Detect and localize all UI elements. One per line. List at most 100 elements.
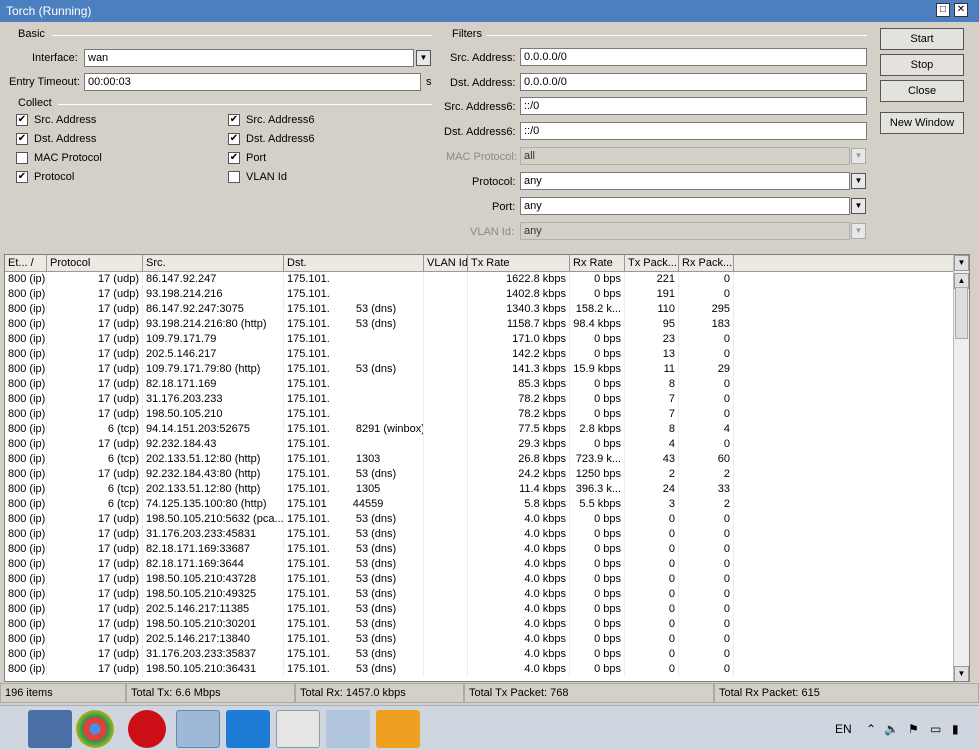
table-cell: 4.0 kbps xyxy=(468,557,570,572)
checkbox-protocol[interactable]: ✔ Protocol xyxy=(16,171,74,183)
vnc-icon[interactable] xyxy=(276,710,320,748)
start-button[interactable]: Start xyxy=(880,28,964,50)
chevron-down-icon[interactable]: ▼ xyxy=(851,198,866,214)
table-row[interactable]: 800 (ip) 17 (udp) 86.147.92.247 175.101. 162… xyxy=(5,272,955,287)
network-icon[interactable] xyxy=(28,710,72,748)
table-cell: 1340.3 kbps xyxy=(468,302,570,317)
divider xyxy=(52,35,432,36)
table-row[interactable]: 800 (ip) 17 (udp) 198.50.105.210 175.101. 78… xyxy=(5,407,955,422)
interface-field[interactable]: wan xyxy=(84,49,414,67)
vertical-scrollbar[interactable]: ▼ ▲ ▼ xyxy=(953,255,969,681)
table-cell: 1158.7 kbps xyxy=(468,317,570,332)
scrollbar-thumb[interactable] xyxy=(955,287,968,339)
taskbar: EN ⌃ 🔈 ⚑ ▭ ▮ xyxy=(0,705,979,750)
table-row[interactable]: 800 (ip) 17 (udp) 198.50.105.210:36431 175.… xyxy=(5,662,955,677)
src-address6-field[interactable]: ::/0 xyxy=(520,97,867,115)
table-cell: 198.50.105.210 xyxy=(143,407,284,422)
table-row[interactable]: 800 (ip) 17 (udp) 86.147.92.247:3075 175.10… xyxy=(5,302,955,317)
table-row[interactable]: 800 (ip) 17 (udp) 31.176.203.233:45831 175.… xyxy=(5,527,955,542)
table-row[interactable]: 800 (ip) 17 (udp) 202.5.146.217:13840 175.1… xyxy=(5,632,955,647)
maximize-icon[interactable]: □ xyxy=(936,3,950,17)
table-row[interactable]: 800 (ip) 17 (udp) 198.50.105.210:30201 175.… xyxy=(5,617,955,632)
checkbox-mac-protocol[interactable]: MAC Protocol xyxy=(16,152,102,164)
table-row[interactable]: 800 (ip) 17 (udp) 202.5.146.217:11385 175.1… xyxy=(5,602,955,617)
teamviewer-icon[interactable] xyxy=(226,710,270,748)
column-header[interactable]: VLAN Id xyxy=(424,255,468,272)
chevron-down-icon[interactable]: ▼ xyxy=(954,666,969,681)
table-row[interactable]: 800 (ip) 6 (tcp) 94.14.151.203:52675 175.10… xyxy=(5,422,955,437)
table-cell: 0 xyxy=(679,587,734,602)
table-cell: 0 xyxy=(679,557,734,572)
table-row[interactable]: 800 (ip) 17 (udp) 92.232.184.43 175.101. 29.… xyxy=(5,437,955,452)
table-row[interactable]: 800 (ip) 17 (udp) 198.50.105.210:43728 175.… xyxy=(5,572,955,587)
table-row[interactable]: 800 (ip) 6 (tcp) 202.133.51.12:80 (http) 17… xyxy=(5,452,955,467)
close-button[interactable]: Close xyxy=(880,80,964,102)
dst-address-field[interactable]: 0.0.0.0/0 xyxy=(520,73,867,91)
checkbox-port[interactable]: ✔ Port xyxy=(228,152,266,164)
table-cell: 98.4 kbps xyxy=(570,317,625,332)
table-row[interactable]: 800 (ip) 17 (udp) 82.18.171.169:33687 175.1… xyxy=(5,542,955,557)
checkbox-src-address[interactable]: ✔ Src. Address xyxy=(16,114,96,126)
column-header[interactable]: Rx Rate xyxy=(570,255,625,272)
dst-address6-field[interactable]: ::/0 xyxy=(520,122,867,140)
stop-button[interactable]: Stop xyxy=(880,54,964,76)
table-row[interactable]: 800 (ip) 17 (udp) 93.198.214.216 175.101. 14… xyxy=(5,287,955,302)
column-header[interactable]: Et... / xyxy=(5,255,47,272)
opera-icon[interactable] xyxy=(128,710,166,748)
table-row[interactable]: 800 (ip) 17 (udp) 202.5.146.217 175.101. 142… xyxy=(5,347,955,362)
table-cell: 0 xyxy=(625,572,679,587)
dst-prefix: 175.101. xyxy=(287,303,330,315)
checkbox-dst-address6[interactable]: ✔ Dst. Address6 xyxy=(228,133,314,145)
table-cell xyxy=(424,557,468,572)
window-titlebar[interactable]: Torch (Running) □ ✕ xyxy=(0,0,979,22)
table-row[interactable]: 800 (ip) 17 (udp) 31.176.203.233 175.101. 78… xyxy=(5,392,955,407)
table-row[interactable]: 800 (ip) 17 (udp) 92.232.184.43:80 (http) 1… xyxy=(5,467,955,482)
table-row[interactable]: 800 (ip) 17 (udp) 198.50.105.210:49325 175.… xyxy=(5,587,955,602)
entry-timeout-field[interactable]: 00:00:03 xyxy=(84,73,421,91)
table-row[interactable]: 800 (ip) 17 (udp) 93.198.214.216:80 (http)… xyxy=(5,317,955,332)
chevron-down-icon[interactable]: ▼ xyxy=(954,255,969,271)
power-icon[interactable]: ▭ xyxy=(930,722,941,736)
table-row[interactable]: 800 (ip) 17 (udp) 109.79.171.79:80 (http) 1… xyxy=(5,362,955,377)
table-row[interactable]: 800 (ip) 17 (udp) 82.18.171.169 175.101. 85.… xyxy=(5,377,955,392)
table-cell: 17 (udp) xyxy=(47,662,143,677)
table-row[interactable]: 800 (ip) 17 (udp) 31.176.203.233:35837 175.… xyxy=(5,647,955,662)
port-field[interactable]: any xyxy=(520,197,850,215)
table-cell: 800 (ip) xyxy=(5,302,47,317)
winbox-icon[interactable] xyxy=(176,710,220,748)
column-header[interactable]: Tx Rate xyxy=(468,255,570,272)
chevron-down-icon[interactable]: ▼ xyxy=(851,173,866,189)
column-header[interactable]: Tx Pack... xyxy=(625,255,679,272)
table-cell: 0 bps xyxy=(570,632,625,647)
protocol-field[interactable]: any xyxy=(520,172,850,190)
checkbox-dst-address[interactable]: ✔ Dst. Address xyxy=(16,133,96,145)
chevron-down-icon[interactable]: ▼ xyxy=(416,50,431,66)
language-indicator[interactable]: EN xyxy=(835,722,852,736)
column-header[interactable]: Rx Pack... xyxy=(679,255,734,272)
chevron-up-icon[interactable]: ⌃ xyxy=(866,722,876,736)
table-row[interactable]: 800 (ip) 17 (udp) 109.79.171.79 175.101. 171… xyxy=(5,332,955,347)
column-header[interactable]: Protocol xyxy=(47,255,143,272)
column-header[interactable]: Dst. xyxy=(284,255,424,272)
signal-icon[interactable]: ▮ xyxy=(952,722,959,736)
checkbox-src-address6[interactable]: ✔ Src. Address6 xyxy=(228,114,314,126)
calculator-icon[interactable] xyxy=(326,710,370,748)
table-row[interactable]: 800 (ip) 17 (udp) 82.18.171.169:3644 175.10… xyxy=(5,557,955,572)
table-row[interactable]: 800 (ip) 17 (udp) 198.50.105.210:5632 (pca… xyxy=(5,512,955,527)
table-row[interactable]: 800 (ip) 6 (tcp) 74.125.135.100:80 (http) 1… xyxy=(5,497,955,512)
outlook-icon[interactable] xyxy=(376,710,420,748)
speaker-icon[interactable]: 🔈 xyxy=(884,722,899,736)
status-total-rx: Total Rx: 1457.0 kbps xyxy=(295,683,464,703)
dst-prefix: 175.101. xyxy=(287,408,330,420)
close-icon[interactable]: ✕ xyxy=(954,3,968,17)
table-row[interactable]: 800 (ip) 6 (tcp) 202.133.51.12:80 (http) 17… xyxy=(5,482,955,497)
src-address-field[interactable]: 0.0.0.0/0 xyxy=(520,48,867,66)
table-cell: 33 xyxy=(679,482,734,497)
column-header[interactable]: Src. xyxy=(143,255,284,272)
chrome-icon[interactable] xyxy=(76,710,114,748)
flag-icon[interactable]: ⚑ xyxy=(908,722,919,736)
new-window-button[interactable]: New Window xyxy=(880,112,964,134)
checkbox-vlan-id[interactable]: VLAN Id xyxy=(228,171,287,183)
table-cell: 198.50.105.210:5632 (pca... xyxy=(143,512,284,527)
table-cell: 0 xyxy=(625,632,679,647)
